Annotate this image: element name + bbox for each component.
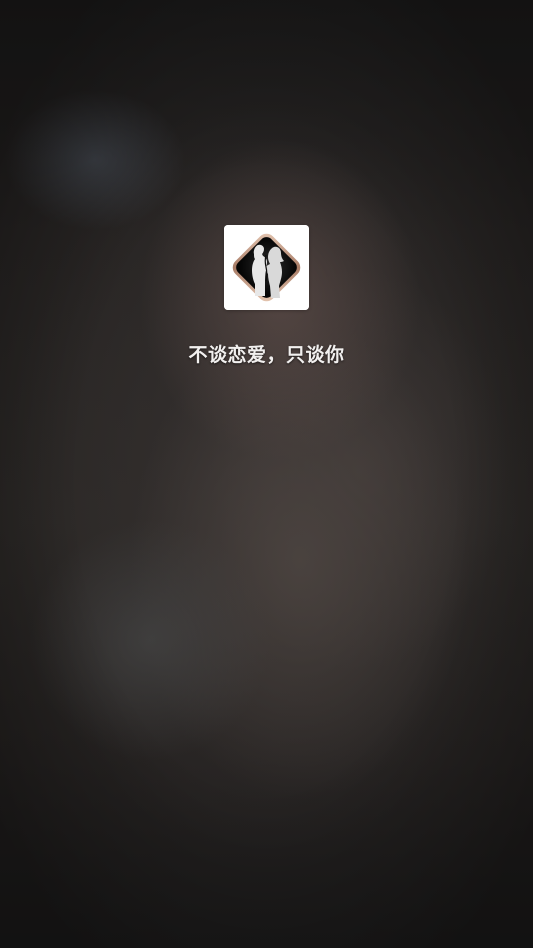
slogan-text: 不谈恋爱，只谈你 — [188, 344, 345, 366]
couple-silhouette-icon — [224, 225, 309, 310]
splash-screen: 不谈恋爱，只谈你 — [0, 0, 533, 948]
background-vignette — [0, 0, 533, 948]
app-logo — [224, 225, 309, 310]
